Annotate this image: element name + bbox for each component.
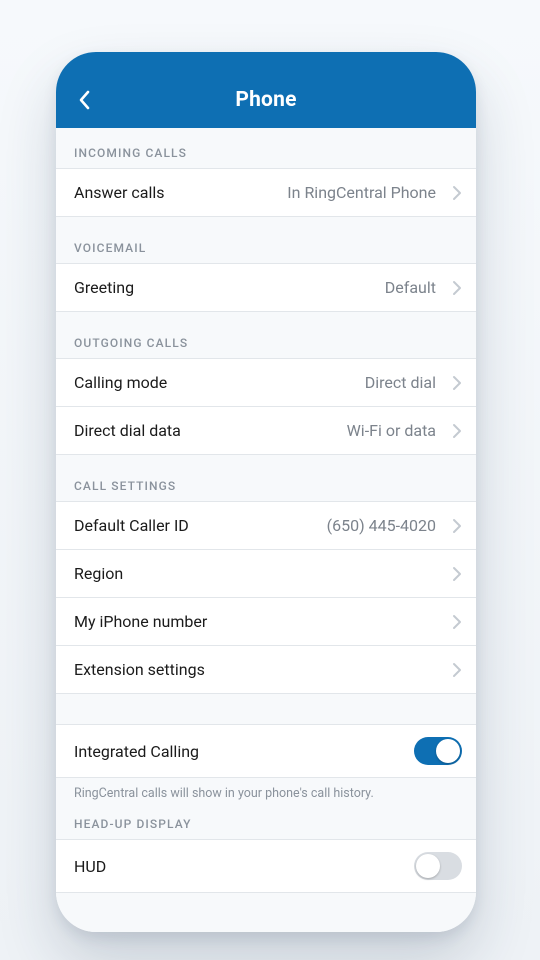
chevron-right-icon (452, 518, 462, 534)
spacer-integrated (56, 694, 476, 724)
row-my-iphone-number[interactable]: My iPhone number (56, 598, 476, 646)
row-extension-settings[interactable]: Extension settings (56, 646, 476, 694)
section-header-call-settings: CALL SETTINGS (56, 455, 476, 501)
label-hud: HUD (74, 857, 106, 876)
toggle-integrated-calling[interactable] (414, 737, 462, 765)
row-calling-mode[interactable]: Calling mode Direct dial (56, 359, 476, 407)
row-integrated-calling[interactable]: Integrated Calling (56, 725, 476, 778)
note-integrated-calling: RingCentral calls will show in your phon… (56, 778, 476, 807)
row-region[interactable]: Region (56, 550, 476, 598)
chevron-left-icon (78, 90, 90, 110)
toggle-hud[interactable] (414, 852, 462, 880)
section-header-voicemail: VOICEMAIL (56, 217, 476, 263)
header-bar: Phone (56, 52, 476, 128)
row-greeting[interactable]: Greeting Default (56, 264, 476, 312)
chevron-right-icon (452, 375, 462, 391)
chevron-right-icon (452, 185, 462, 201)
page-title: Phone (235, 88, 296, 112)
label-my-iphone-number: My iPhone number (74, 612, 207, 631)
label-greeting: Greeting (74, 278, 134, 297)
chevron-right-icon (452, 280, 462, 296)
value-answer-calls: In RingCentral Phone (287, 183, 436, 202)
phone-settings-screen: Phone INCOMING CALLS Answer calls In Rin… (56, 52, 476, 932)
value-calling-mode: Direct dial (365, 373, 436, 392)
label-integrated-calling: Integrated Calling (74, 742, 199, 761)
value-default-caller-id: (650) 445-4020 (327, 516, 436, 535)
back-button[interactable] (70, 86, 98, 114)
label-answer-calls: Answer calls (74, 183, 165, 202)
label-calling-mode: Calling mode (74, 373, 167, 392)
row-answer-calls[interactable]: Answer calls In RingCentral Phone (56, 169, 476, 217)
chevron-right-icon (452, 662, 462, 678)
label-default-caller-id: Default Caller ID (74, 516, 189, 535)
label-extension-settings: Extension settings (74, 660, 205, 679)
value-greeting: Default (385, 278, 436, 297)
section-header-outgoing: OUTGOING CALLS (56, 312, 476, 358)
label-region: Region (74, 564, 123, 583)
settings-content: INCOMING CALLS Answer calls In RingCentr… (56, 128, 476, 932)
row-hud[interactable]: HUD (56, 840, 476, 893)
section-header-incoming: INCOMING CALLS (56, 128, 476, 168)
chevron-right-icon (452, 423, 462, 439)
label-direct-dial-data: Direct dial data (74, 421, 181, 440)
chevron-right-icon (452, 614, 462, 630)
row-default-caller-id[interactable]: Default Caller ID (650) 445-4020 (56, 502, 476, 550)
row-direct-dial-data[interactable]: Direct dial data Wi-Fi or data (56, 407, 476, 455)
section-header-hud: HEAD-UP DISPLAY (56, 807, 476, 839)
chevron-right-icon (452, 566, 462, 582)
value-direct-dial-data: Wi-Fi or data (347, 421, 436, 440)
